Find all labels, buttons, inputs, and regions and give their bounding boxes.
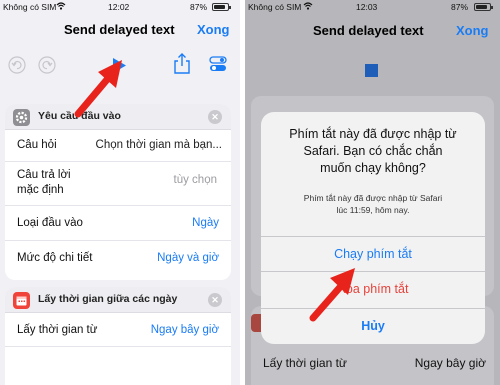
carrier-label: Không có SIM (3, 2, 57, 12)
dialog-message: Phím tắt này đã được nhập từ Safari lúc … (303, 193, 443, 215)
question-row[interactable]: Câu hỏi Chọn thời gian mà bạn... (5, 130, 231, 162)
detail-level-row[interactable]: Mức độ chi tiết Ngày và giờ (5, 241, 231, 279)
clock: 12:03 (356, 2, 378, 12)
done-button[interactable]: Xong (456, 23, 489, 38)
red-arrow-annotation (309, 268, 355, 322)
remove-action-icon[interactable]: ✕ (208, 293, 222, 307)
right-screen: Không có SIM 12:03 87% Send delayed text… (245, 0, 500, 385)
row-value: Ngày và giờ (157, 252, 219, 264)
row-value: Ngay bây giờ (150, 324, 219, 336)
remove-action-icon[interactable]: ✕ (208, 110, 222, 124)
input-type-row[interactable]: Loại đầu vào Ngày (5, 206, 231, 241)
row-label: Lấy thời gian từ (17, 324, 98, 336)
battery-percent: 87% (190, 2, 208, 12)
ask-for-input-card[interactable]: Yêu cầu đầu vào ✕ Câu hỏi Chọn thời gian… (5, 104, 231, 280)
nav-bar: Send delayed text Xong (0, 14, 240, 46)
redo-icon[interactable] (38, 56, 56, 79)
battery-percent: 87% (451, 2, 469, 12)
row-value: tùy chọn (173, 174, 217, 186)
row-value: Chọn thời gian mà bạn... (95, 139, 222, 151)
cancel-button[interactable]: Hủy (261, 308, 485, 343)
card-title: Lấy thời gian giữa các ngày (38, 293, 178, 305)
page-title: Send delayed text (313, 23, 424, 38)
status-bar: Không có SIM 12:02 87% (0, 0, 240, 14)
card-header: Lấy thời gian giữa các ngày ✕ (5, 287, 231, 313)
row-label: Câu trả lời mặc định (17, 169, 71, 196)
get-time-from-row: Lấy thời gian từ Ngay bây giờ (251, 346, 494, 382)
dialog-title: Phím tắt này đã được nhập từ Safari. Bạn… (289, 127, 457, 175)
row-label: Câu hỏi (17, 139, 57, 151)
page-title: Send delayed text (64, 22, 175, 37)
stop-icon[interactable] (365, 64, 378, 77)
left-screen: Không có SIM 12:02 87% Send delayed text… (0, 0, 240, 385)
calendar-icon (13, 292, 30, 309)
wifi-icon (56, 1, 66, 13)
battery-icon (474, 3, 493, 11)
get-time-between-dates-card[interactable]: Lấy thời gian giữa các ngày ✕ Lấy thời g… (5, 287, 231, 385)
confirm-run-dialog: Phím tắt này đã được nhập từ Safari. Bạn… (261, 112, 485, 344)
default-answer-row[interactable]: Câu trả lời mặc định tùy chọn (5, 162, 231, 206)
row-label: Mức độ chi tiết (17, 252, 93, 264)
get-time-from-row[interactable]: Lấy thời gian từ Ngay bây giờ (5, 313, 231, 347)
run-shortcut-button[interactable]: Chạy phím tắt (261, 236, 485, 271)
done-button[interactable]: Xong (197, 22, 230, 37)
battery-icon (212, 3, 231, 11)
status-bar: Không có SIM 12:03 87% (245, 0, 500, 14)
row-value: Ngày (192, 217, 219, 229)
row-label: Lấy thời gian từ (263, 356, 347, 370)
undo-icon[interactable] (8, 56, 26, 79)
toggle-settings-icon[interactable] (209, 55, 227, 78)
carrier-label: Không có SIM (248, 2, 302, 12)
red-arrow-annotation (74, 60, 122, 118)
delete-shortcut-button[interactable]: Xóa phím tắt (261, 271, 485, 306)
row-value: Ngay bây giờ (414, 356, 486, 370)
wifi-icon (303, 1, 313, 13)
row-label: Loại đầu vào (17, 217, 83, 229)
clock: 12:02 (108, 2, 130, 12)
share-icon[interactable] (173, 53, 191, 80)
gear-icon (13, 109, 30, 126)
